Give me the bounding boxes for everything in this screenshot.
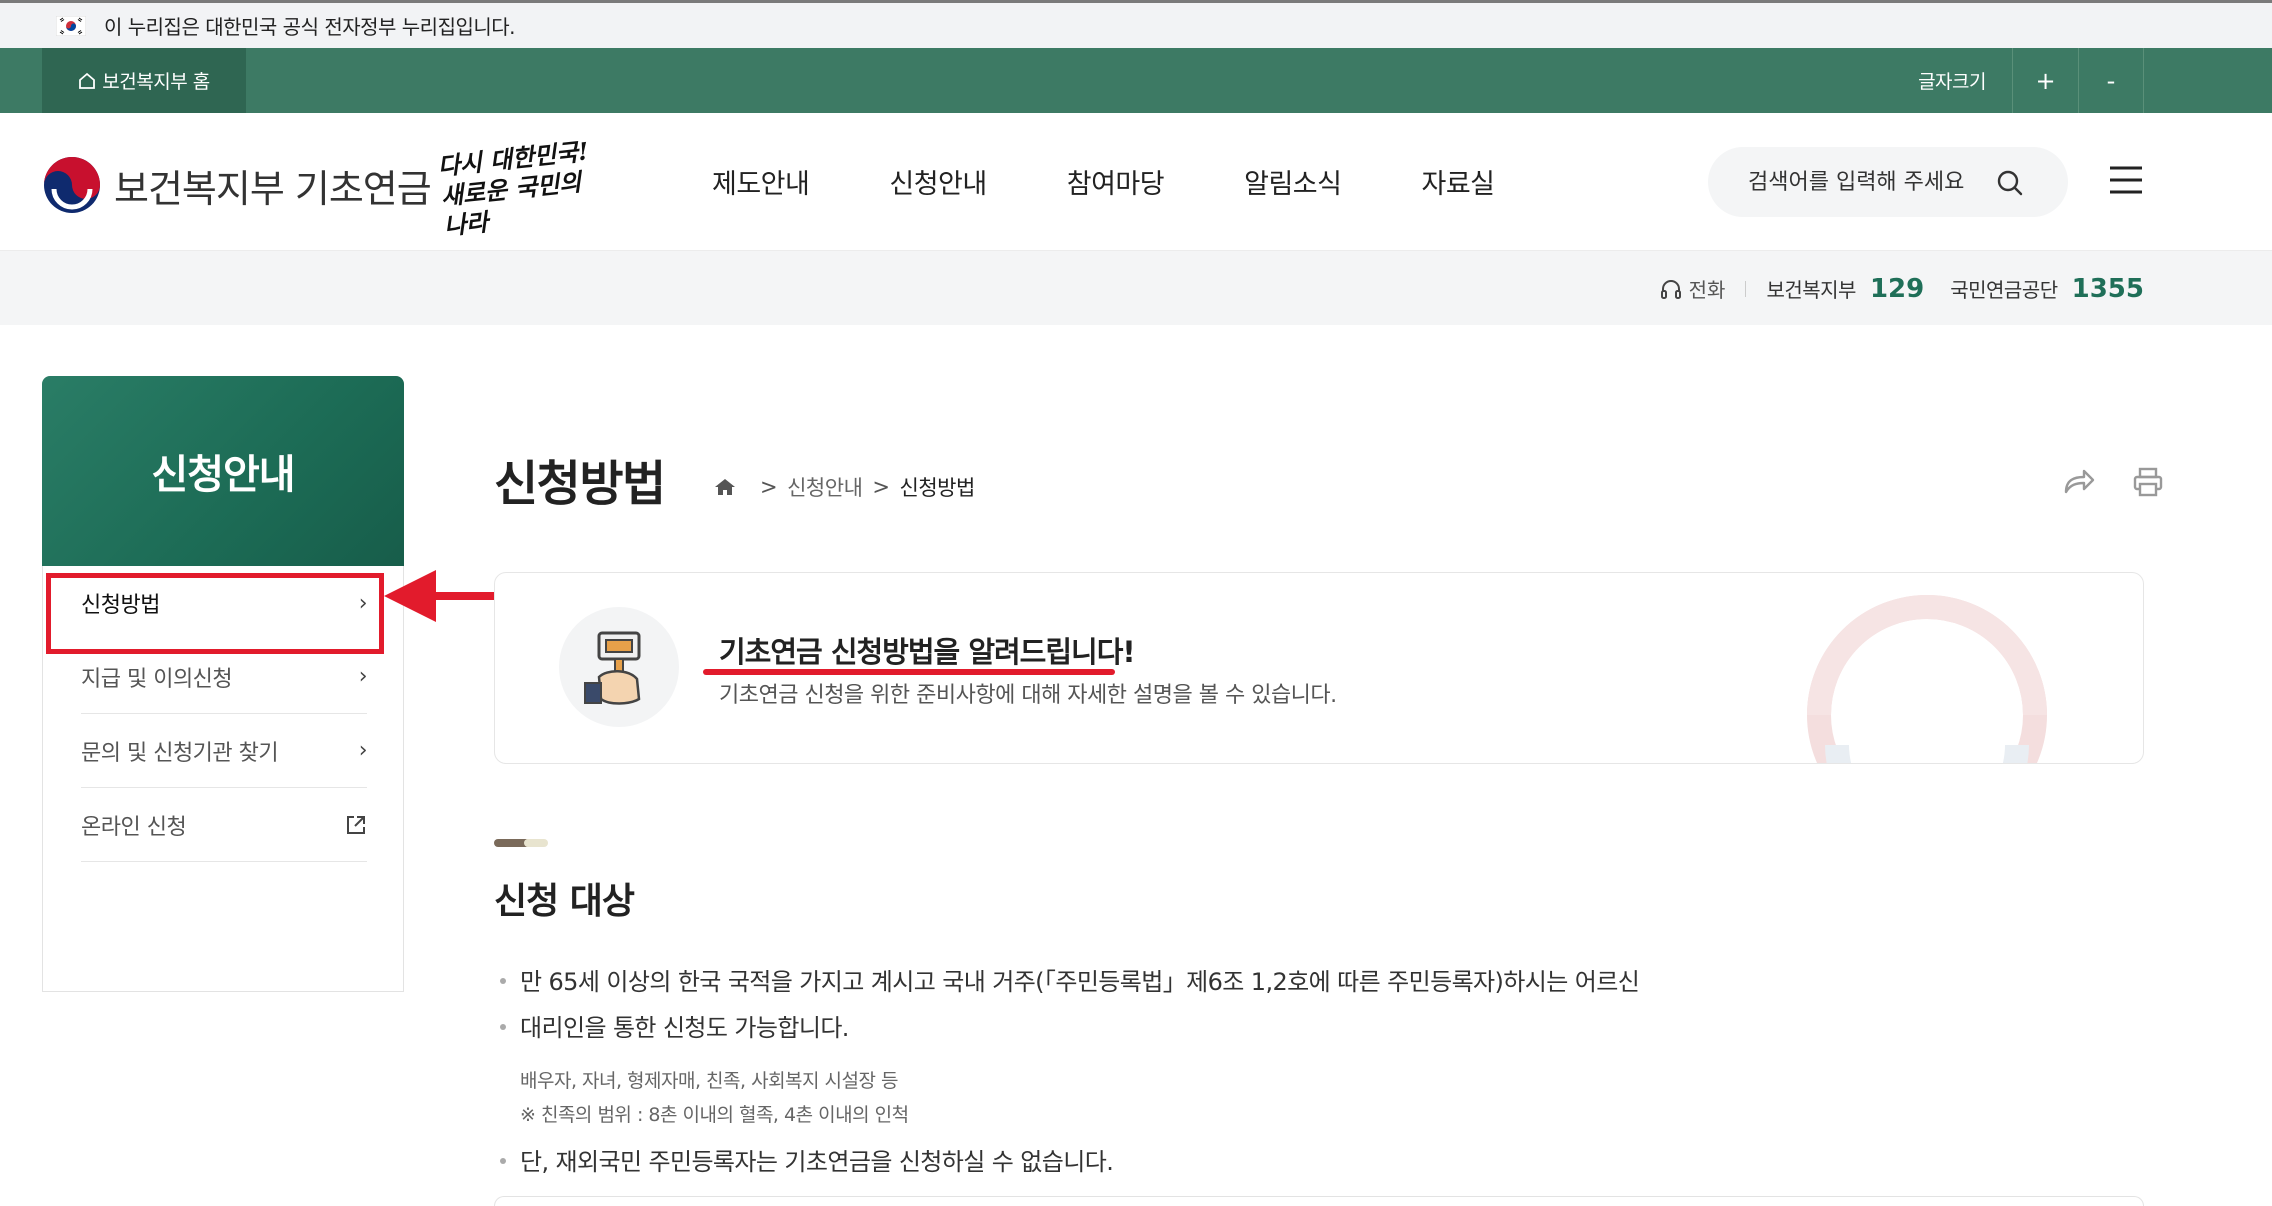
search-box <box>1708 147 2068 217</box>
sub-note: 배우자, 자녀, 형제자매, 친족, 사회복지 시설장 등 <box>520 1070 899 1092</box>
bullet-dot <box>500 1157 506 1164</box>
ministry-home-link[interactable]: 보건복지부 홈 <box>42 48 246 113</box>
sidebar-item-label: 문의 및 신청기관 찾기 <box>81 740 279 766</box>
nav-item-application-guide[interactable]: 신청안내 <box>889 162 987 201</box>
contact-org-ministry: 보건복지부 <box>1766 278 1856 302</box>
nav-item-participation[interactable]: 참여마당 <box>1067 162 1165 201</box>
nav-item-news[interactable]: 알림소식 <box>1244 162 1342 201</box>
nav-item-system-guide[interactable]: 제도안내 <box>712 162 810 201</box>
sidebar-item-inquiry-agency[interactable]: 문의 및 신청기관 찾기 › <box>81 714 368 788</box>
section-title: 신청 대상 <box>494 881 635 922</box>
font-size-label: 글자크기 <box>1918 71 1986 93</box>
font-increase-button[interactable]: + <box>2012 48 2078 113</box>
hand-holding-sign-icon <box>584 631 641 705</box>
breadcrumb: > 신청안내 > 신청방법 <box>714 472 975 502</box>
list-item-text: 단, 재외국민 주민등록자는 기초연금을 신청하실 수 없습니다. <box>520 1148 1114 1176</box>
list-item-text: 대리인을 통한 신청도 가능합니다. <box>520 1014 849 1042</box>
list-item-text: 만 65세 이상의 한국 국적을 가지고 계시고 국내 거주(「주민등록법」제6… <box>520 968 1640 996</box>
slogan: 다시 대한민국! 새로운 국민의 나라 <box>436 134 613 240</box>
breadcrumb-item-current: 신청방법 <box>899 476 976 500</box>
chevron-right-icon: › <box>358 738 368 763</box>
external-link-icon <box>347 815 365 834</box>
main-nav: 제도안내 신청안내 참여마당 알림소식 자료실 <box>712 113 1575 250</box>
intro-headline: 기초연금 신청방법을 알려드립니다! <box>719 635 1136 669</box>
site-header: 보건복지부 기초연금 다시 대한민국! 새로운 국민의 나라 제도안내 신청안내… <box>0 113 2272 250</box>
chevron-right-icon: › <box>358 664 368 689</box>
search-input[interactable] <box>1746 168 1996 196</box>
utility-bar: 보건복지부 홈 글자크기 + - <box>0 48 2272 113</box>
nav-item-archive[interactable]: 자료실 <box>1422 162 1496 201</box>
sidebar-header: 신청안내 <box>42 376 404 566</box>
intro-card: 기초연금 신청방법을 알려드립니다! 기초연금 신청을 위한 준비사항에 대해 … <box>494 572 2144 764</box>
korea-flag-icon <box>56 15 86 36</box>
list-item: 단, 재외국민 주민등록자는 기초연금을 신청하실 수 없습니다. <box>494 1142 1114 1177</box>
gov-banner: 이 누리집은 대한민국 공식 전자정부 누리집입니다. <box>0 0 2272 48</box>
contact-separator <box>1745 280 1747 297</box>
list-item: 만 65세 이상의 한국 국적을 가지고 계시고 국내 거주(「주민등록법」제6… <box>494 962 1640 997</box>
sidebar-title: 신청안내 <box>151 452 295 498</box>
highlight-box-annotation <box>46 573 384 654</box>
bullet-dot <box>500 977 506 984</box>
home-icon <box>79 72 96 89</box>
contact-number-nps[interactable]: 1355 <box>2072 274 2144 304</box>
section-title-accent <box>494 839 548 847</box>
contact-number-ministry[interactable]: 129 <box>1870 274 1924 304</box>
site-name: 보건복지부 기초연금 <box>114 166 432 211</box>
page-tools <box>2026 466 2166 498</box>
ministry-home-label: 보건복지부 홈 <box>102 71 210 93</box>
site-logo[interactable]: 보건복지부 기초연금 <box>42 155 432 215</box>
breadcrumb-separator: > <box>872 475 890 499</box>
hamburger-menu-icon[interactable] <box>2108 165 2144 195</box>
contact-strip: 전화 보건복지부 129 국민연금공단 1355 <box>0 250 2272 325</box>
intro-icon-circle <box>559 607 679 727</box>
phone-label: 전화 <box>1688 278 1726 302</box>
list-item: 대리인을 통한 신청도 가능합니다. <box>494 1008 849 1043</box>
home-icon[interactable] <box>714 477 736 497</box>
emblem-watermark-icon <box>1807 595 2047 763</box>
page-title: 신청방법 <box>494 456 666 512</box>
gov-banner-text: 이 누리집은 대한민국 공식 전자정부 누리집입니다. <box>104 15 516 39</box>
intro-description: 기초연금 신청을 위한 준비사항에 대해 자세한 설명을 볼 수 있습니다. <box>719 683 1337 708</box>
font-size-controls: 글자크기 + - <box>1918 48 2144 113</box>
contact-org-nps: 국민연금공단 <box>1950 278 2058 302</box>
sidebar-item-label: 지급 및 이의신청 <box>81 666 233 692</box>
content-box-edge <box>494 1196 2144 1206</box>
print-icon[interactable] <box>2130 466 2166 498</box>
bullet-dot <box>500 1023 506 1030</box>
headset-icon <box>1660 279 1681 299</box>
breadcrumb-item-application-guide[interactable]: 신청안내 <box>787 472 863 502</box>
breadcrumb-separator: > <box>760 475 778 499</box>
sidebar-item-online-application[interactable]: 온라인 신청 <box>81 788 367 862</box>
sidebar-item-label: 온라인 신청 <box>81 814 187 840</box>
sub-note: ※ 친족의 범위 : 8촌 이내의 혈족, 4촌 이내의 인척 <box>520 1104 909 1126</box>
government-emblem-icon <box>44 157 100 213</box>
search-icon[interactable] <box>1996 169 2024 197</box>
font-decrease-button[interactable]: - <box>2078 48 2144 113</box>
share-icon[interactable] <box>2060 466 2096 498</box>
